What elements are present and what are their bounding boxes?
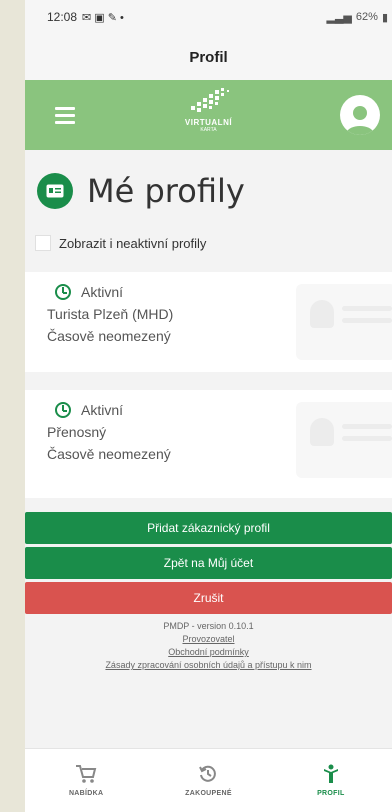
app-header: VIRTUALNÍ KARTA	[25, 80, 392, 150]
id-card-placeholder-icon	[296, 284, 392, 360]
add-profile-button[interactable]: Přidat zákaznický profil	[25, 512, 392, 544]
user-avatar-icon[interactable]	[340, 95, 380, 135]
terms-link[interactable]: Obchodní podmínky	[25, 646, 392, 659]
person-icon	[323, 764, 338, 783]
app-screen: 12:08 ✉ ▣ ✎ • ▂▃▅ 62% ▮ Profil VIRTUALNÍ…	[25, 0, 392, 812]
profile-card[interactable]: Aktivní Přenosný Časově neomezený	[25, 390, 392, 498]
nav-label: ZAKOUPENÉ	[185, 790, 232, 797]
id-card-placeholder-icon	[296, 402, 392, 478]
app-version: PMDP - version 0.10.1	[163, 621, 254, 631]
footer-info: PMDP - version 0.10.1 Provozovatel Obcho…	[25, 620, 392, 672]
nav-item-purchased[interactable]: ZAKOUPENÉ	[153, 764, 263, 797]
show-inactive-label: Zobrazit i neaktivní profily	[59, 235, 207, 251]
id-card-icon	[37, 173, 73, 209]
status-bar: 12:08 ✉ ▣ ✎ • ▂▃▅ 62% ▮	[25, 0, 392, 34]
logo-text: VIRTUALNÍ	[184, 118, 233, 127]
logo-subtext: KARTA	[200, 127, 217, 133]
battery-icon: ▮	[381, 11, 388, 24]
nav-label: PROFIL	[317, 790, 345, 797]
clock-icon	[55, 402, 71, 418]
notification-icons: ✉ ▣ ✎ •	[82, 11, 124, 24]
bottom-navigation: NABÍDKA ZAKOUPENÉ PROFIL	[25, 748, 392, 812]
logo: VIRTUALNÍ KARTA	[174, 86, 244, 144]
clock-icon	[55, 284, 71, 300]
page-title: Profil	[25, 34, 392, 80]
section-heading: Mé profily	[25, 156, 392, 226]
nav-item-profile[interactable]: PROFIL	[276, 764, 386, 797]
show-inactive-row[interactable]: Zobrazit i neaktivní profily	[25, 226, 392, 260]
privacy-link[interactable]: Zásady zpracování osobních údajů a příst…	[25, 659, 392, 672]
operator-link[interactable]: Provozovatel	[25, 633, 392, 646]
cancel-button[interactable]: Zrušit	[25, 582, 392, 614]
profile-status: Aktivní	[81, 402, 124, 418]
battery-percent: 62%	[355, 11, 378, 23]
status-time: 12:08	[47, 10, 78, 24]
nav-item-offer[interactable]: NABÍDKA	[31, 764, 141, 797]
signal-icon: ▂▃▅	[326, 11, 352, 24]
logo-dots-icon	[190, 88, 229, 112]
back-to-account-button[interactable]: Zpět na Můj účet	[25, 547, 392, 579]
profile-status: Aktivní	[81, 284, 124, 300]
profile-card[interactable]: Aktivní Turista Plzeň (MHD) Časově neome…	[25, 272, 392, 372]
menu-icon[interactable]	[55, 106, 75, 124]
show-inactive-checkbox[interactable]	[35, 235, 51, 251]
cart-icon	[76, 765, 97, 783]
nav-label: NABÍDKA	[68, 790, 104, 797]
history-icon	[199, 765, 217, 782]
heading-text: Mé profily	[87, 172, 245, 210]
